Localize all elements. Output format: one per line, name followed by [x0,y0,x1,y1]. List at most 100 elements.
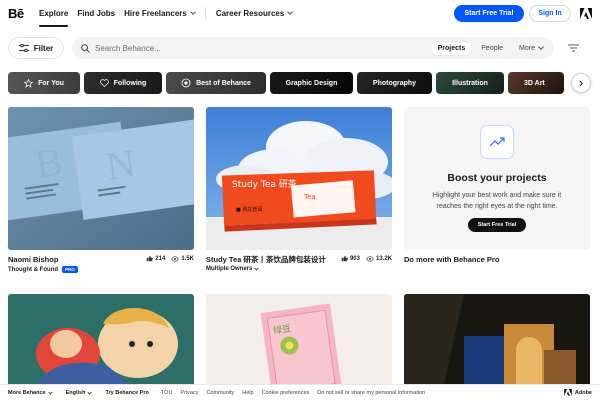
footer-more-behance[interactable]: More Behance [8,389,53,396]
footer-tou[interactable]: TOU [161,390,173,396]
project-thumbnail[interactable] [8,294,194,384]
behance-badge-icon [181,78,191,88]
project-card[interactable]: B N Naomi Bishop 214 1.5K Thought & Foun… [8,107,194,273]
chip-best-of-behance[interactable]: Best of Behance [166,72,266,94]
top-nav: Bē Explore Find Jobs Hire Freelancers Ca… [0,0,600,27]
chip-3d-art-label: 3D Art [524,79,545,87]
chip-best-of-behance-label: Best of Behance [196,79,251,87]
chip-photography[interactable]: Photography [357,72,432,94]
project-subtitle[interactable]: Thought & Found PRO [8,266,194,273]
star-icon [24,78,34,88]
eye-icon [366,255,374,262]
behance-logo[interactable]: Bē [8,6,30,21]
nav-find-jobs-label: Find Jobs [77,8,116,18]
chip-for-you-label: For You [38,79,64,87]
chip-illustration[interactable]: Illustration [436,72,504,94]
footer-do-not-sell[interactable]: Do not sell or share my personal informa… [317,390,425,396]
project-thumbnail[interactable]: B N [8,107,194,250]
promo-title: Boost your projects [447,172,547,184]
footer-more-behance-label: More Behance [8,389,46,396]
footer-adobe-label: Adobe [574,389,592,396]
chip-graphic-design[interactable]: Graphic Design [270,72,353,94]
project-meta: Naomi Bishop 214 1.5K [8,255,194,264]
search-bar[interactable]: Projects People More [72,37,554,59]
project-card[interactable]: 绿豆 [206,294,392,384]
chevron-down-icon [287,9,294,15]
like-count: 214 [155,255,166,262]
project-owner[interactable]: Study Tea 研茶丨茶饮品牌包装设计 [206,255,326,264]
chip-following[interactable]: Following [84,72,162,94]
tea-box-label: ■ 熟庄普洱 [236,206,262,213]
footer-try-pro[interactable]: Try Behance Pro [105,390,148,396]
chevron-down-icon [254,265,259,271]
project-subtitle[interactable]: Multiple Owners [206,265,392,272]
nav-divider [204,7,206,19]
project-meta: Do more with Behance Pro [404,255,590,264]
thumbs-up-icon [146,255,154,262]
footer-privacy[interactable]: Privacy [180,390,198,396]
tea-box-sub: Tea [303,193,316,201]
nav-career-resources[interactable]: Career Resources [215,8,294,18]
nav-explore[interactable]: Explore [39,8,69,27]
nav-hire-freelancers[interactable]: Hire Freelancers [124,8,196,18]
project-meta: Study Tea 研茶丨茶饮品牌包装设计 903 13.2K [206,255,392,264]
promo-caption[interactable]: Do more with Behance Pro [404,255,499,264]
project-card[interactable]: Study Tea 研茶 Tea ■ 熟庄普洱 Study Tea 研茶丨茶饮品… [206,107,392,272]
chip-following-label: Following [113,79,147,87]
nav-explore-label: Explore [39,8,69,18]
footer-adobe[interactable]: Adobe [564,389,592,396]
chip-for-you[interactable]: For You [8,72,80,94]
promo-panel: Boost your projects Highlight your best … [404,107,590,250]
like-count: 903 [349,255,360,262]
adobe-logo-icon[interactable] [580,7,592,19]
tab-people[interactable]: People [474,42,510,55]
view-count: 1.5K [181,255,194,262]
thumbs-up-icon [341,255,348,262]
product-photo-image [404,294,590,384]
project-card[interactable] [404,294,590,384]
project-owner[interactable]: Naomi Bishop [8,255,58,264]
project-thumbnail[interactable] [404,294,590,384]
chips-next-button[interactable] [571,73,591,93]
promo-card: Boost your projects Highlight your best … [404,107,590,264]
footer-cookie-preferences[interactable]: Cookie preferences [262,390,310,396]
business-card-image: B N [8,107,194,250]
sort-icon[interactable] [568,44,579,52]
chevron-down-icon [189,9,196,15]
search-icon [81,43,90,53]
footer-community[interactable]: Community [206,390,234,396]
project-thumbnail[interactable]: Study Tea 研茶 Tea ■ 熟庄普洱 [206,107,392,250]
project-thumbnail[interactable]: 绿豆 [206,294,392,384]
eye-icon [171,255,180,262]
packaging-image: 绿豆 [206,294,392,384]
footer-language[interactable]: English [65,389,93,396]
heart-icon [99,79,109,87]
project-card[interactable] [8,294,194,384]
project-subtitle-label: Multiple Owners [206,266,253,272]
pro-badge: PRO [61,266,78,273]
start-free-trial-button[interactable]: Start Free Trial [454,4,524,22]
footer: More Behance English Try Behance Pro TOU… [0,384,600,400]
tab-more-label: More [519,44,535,52]
illustration-image [8,294,194,384]
nav-hire-freelancers-label: Hire Freelancers [124,8,187,18]
sign-in-button[interactable]: Sign In [529,4,571,22]
chip-3d-art[interactable]: 3D Art [508,72,564,94]
adobe-logo-icon [564,389,572,396]
chevron-right-icon [579,80,583,86]
nav-find-jobs[interactable]: Find Jobs [77,9,115,18]
trend-up-icon [480,125,514,159]
promo-start-trial-button[interactable]: Start Free Trial [468,218,526,232]
category-chips: For You Following Best of Behance Graphi… [0,72,600,94]
tab-more[interactable]: More [512,42,550,55]
footer-help[interactable]: Help [242,390,253,396]
chip-graphic-design-label: Graphic Design [285,79,338,87]
nav-career-resources-label: Career Resources [215,8,285,18]
tea-box-title: Study Tea 研茶 [232,178,297,190]
tab-projects[interactable]: Projects [430,41,473,55]
search-input[interactable] [95,43,429,53]
project-stats: 214 1.5K [146,255,194,262]
filter-button[interactable]: Filter [8,37,64,59]
chevron-down-icon [538,44,544,50]
footer-language-label: English [65,389,86,396]
